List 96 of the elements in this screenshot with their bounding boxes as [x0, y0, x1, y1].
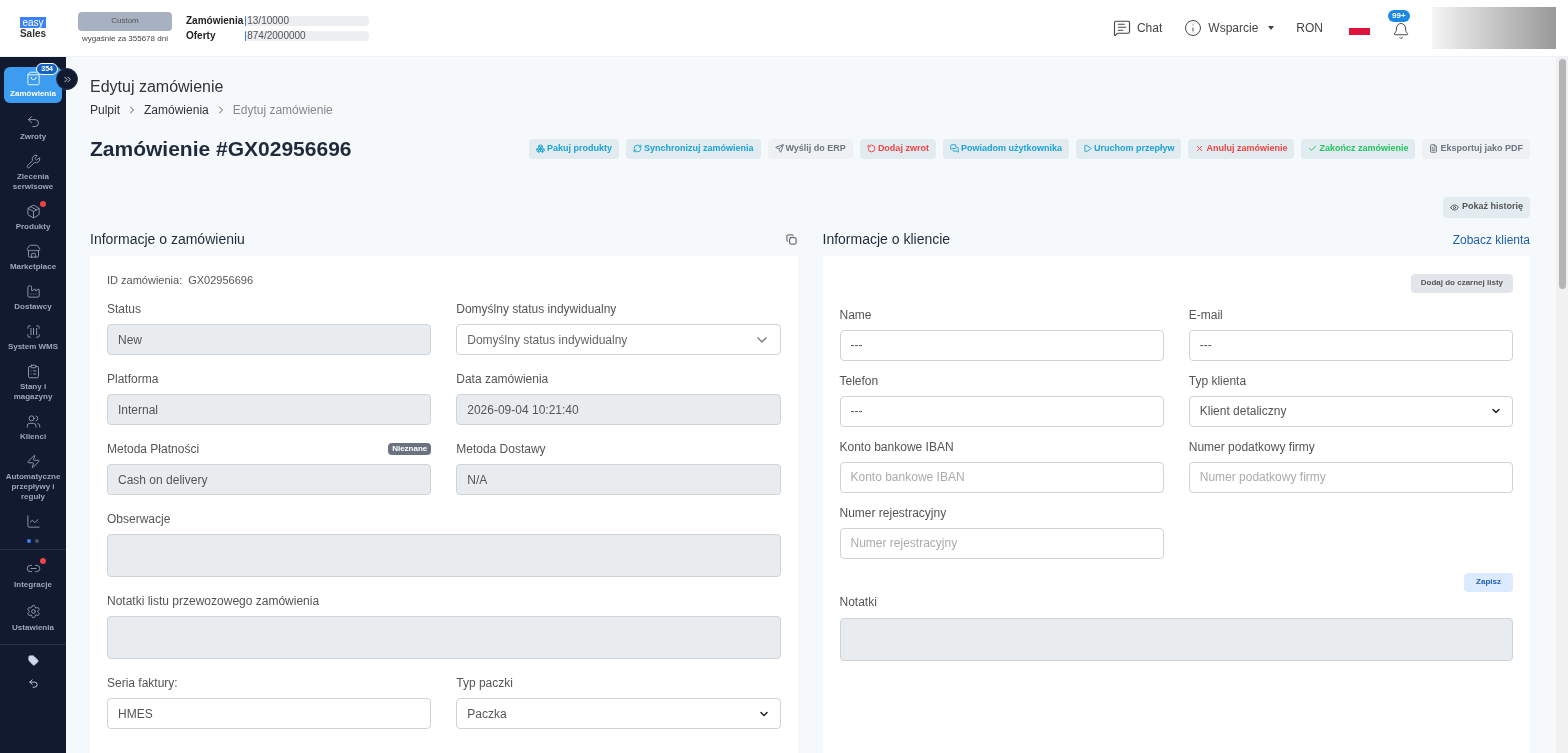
sidebar-item[interactable]: Klienci	[4, 411, 62, 445]
sync-icon	[633, 144, 642, 154]
input-field[interactable]: ---	[839, 395, 1164, 427]
usage-label: Zamówienia	[186, 14, 244, 28]
support-button[interactable]: Wsparcie	[1184, 19, 1275, 37]
field-label: Name	[839, 306, 872, 324]
tag-icon[interactable]	[27, 655, 39, 666]
usage-value: 874/2000000	[246, 29, 306, 43]
sidebar-item[interactable]: System WMS	[4, 321, 62, 355]
clipboard-icon	[25, 364, 41, 379]
usage-value: 13/10000	[246, 14, 289, 28]
settings-icon	[25, 604, 41, 619]
plan-badge: Custom	[78, 11, 172, 31]
select-field[interactable]: Paczka	[456, 698, 781, 729]
chat-button[interactable]: Chat	[1112, 19, 1163, 37]
sidebar-item[interactable]: Zlecenia serwisowe	[4, 151, 62, 195]
id-value: GX02956696	[188, 272, 254, 288]
field-label: Status	[107, 301, 142, 318]
sidebar-item[interactable]: Zwroty	[4, 111, 62, 145]
notification-badge: 99+	[1388, 10, 1410, 22]
users-icon	[25, 414, 41, 429]
file-icon	[1429, 144, 1439, 154]
check-icon	[1308, 144, 1318, 154]
select-field[interactable]: Domyślny status indywidualny	[456, 324, 781, 355]
field-label: Notatki	[839, 593, 878, 611]
copy-icon[interactable]	[785, 234, 797, 245]
breadcrumb-link[interactable]: Zamówienia	[144, 101, 209, 119]
input-field[interactable]: HMES	[107, 698, 432, 729]
blacklist-button[interactable]: Dodaj do czarnej listy	[1410, 273, 1513, 293]
undo-icon	[866, 144, 876, 154]
cube-icon	[25, 204, 41, 219]
order-title: Zamówienie #GX02956696	[90, 136, 352, 162]
section-title: Informacje o kliencie	[822, 230, 951, 249]
chat-icon	[949, 144, 959, 154]
boxes-icon	[535, 144, 545, 154]
chart-icon	[25, 514, 41, 529]
wrench-icon	[25, 154, 41, 169]
lightning-icon	[25, 454, 41, 469]
field-label: Seria faktury:	[107, 675, 178, 692]
store-icon	[25, 244, 41, 259]
close-icon	[1195, 144, 1205, 154]
user-placeholder[interactable]	[1432, 7, 1556, 49]
client-link[interactable]: Zobacz klienta	[1452, 230, 1530, 249]
undo-icon[interactable]	[27, 678, 39, 689]
input-field[interactable]: Konto bankowe IBAN	[839, 461, 1164, 493]
expand-button[interactable]	[56, 68, 78, 90]
input-field[interactable]: ---	[1188, 329, 1513, 361]
dropdown-caret-icon	[1268, 26, 1275, 30]
sidebar-item[interactable]: Integracje	[4, 558, 62, 593]
factory-icon	[25, 284, 41, 299]
field-label: Typ paczki	[456, 675, 513, 692]
sidebar-item[interactable]: Ustawienia	[4, 601, 62, 636]
select-field[interactable]: Klient detaliczny	[1188, 395, 1513, 427]
play-icon	[1082, 144, 1092, 154]
sidebar-item[interactable]: Automatyczne przepływy i reguły	[4, 451, 62, 505]
info-icon	[1184, 19, 1203, 37]
field-label: Metoda Dostawy	[456, 441, 546, 458]
bag-icon	[25, 71, 41, 86]
send-icon	[774, 144, 784, 154]
scrollbar[interactable]	[1556, 57, 1568, 753]
field-label: Metoda Płatności	[107, 441, 200, 458]
undo-icon	[25, 114, 41, 129]
field-label: E-mail	[1188, 306, 1223, 324]
field-label: Obserwacje	[107, 511, 171, 528]
field-label: Data zamówienia	[456, 371, 549, 388]
sidebar-item[interactable]: Stany i magazyny	[4, 361, 62, 405]
sidebar-item[interactable]: Marketplace	[4, 241, 62, 275]
field-label: Platforma	[107, 371, 159, 388]
field-label: Numer rejestracyjny	[839, 504, 947, 522]
bell-icon[interactable]	[1392, 22, 1410, 40]
id-label: ID zamówienia:	[107, 272, 183, 288]
status-badge: Nieznane	[388, 443, 432, 455]
page-title: Edytuj zamówienie	[90, 77, 225, 97]
history-button[interactable]: Pokaż historię	[1442, 196, 1530, 218]
sidebar-item[interactable]: Produkty	[4, 201, 62, 235]
plan-expiry: wygaśnie za 355678 dni	[82, 32, 168, 45]
breadcrumb-link[interactable]: Pulpit	[90, 101, 121, 119]
chat-icon	[1112, 19, 1131, 37]
logo-word: Sales	[19, 27, 47, 40]
field-label: Typ klienta	[1188, 372, 1247, 390]
input-field[interactable]: ---	[839, 329, 1164, 361]
field-label: Domyślny status indywidualny	[456, 301, 617, 318]
save-button[interactable]: Zapisz	[1464, 572, 1513, 592]
usage-label: Oferty	[186, 29, 217, 43]
input-field[interactable]: Numer rejestracyjny	[839, 527, 1164, 559]
input-field[interactable]: Numer podatkowy firmy	[1188, 461, 1513, 493]
field-label: Telefon	[839, 372, 879, 390]
field-label: Notatki listu przewozowego zamówienia	[107, 593, 320, 610]
eye-icon	[1449, 202, 1459, 212]
currency-button[interactable]: RON	[1296, 19, 1323, 37]
section-title: Informacje o zamówieniu	[90, 230, 245, 249]
logo-word: easy	[20, 16, 46, 28]
field-label: Konto bankowe IBAN	[839, 438, 954, 456]
scan-icon	[25, 324, 41, 339]
sidebar-item[interactable]: Dostawcy	[4, 281, 62, 315]
field-label: Numer podatkowy firmy	[1188, 438, 1315, 456]
